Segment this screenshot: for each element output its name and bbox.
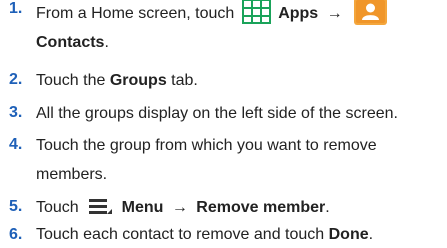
step-text: All the groups display on the left side … [36,105,398,122]
step-text: Touch Menu → Remove member. [36,193,440,222]
step-2-text-post: tab. [166,72,198,89]
step-3: 3. All the groups display on the left si… [0,99,440,129]
step-text: From a Home screen, touch Apps → Contact… [36,0,440,57]
apps-label: Apps [278,5,319,22]
step-text: Touch the Groups tab. [36,66,440,95]
step-6-text-pre: Touch each contact to remove and touch [36,226,329,243]
step-1: 1. From a Home screen, touch Apps → Cont… [0,0,440,59]
step-text: Touch the group from which you want to r… [36,131,440,189]
step-4-line-1: Touch the group from which you want to r… [36,137,377,154]
menu-label: Menu [121,199,164,216]
contacts-label: Contacts [36,34,105,51]
menu-icon [87,196,113,216]
step-1-trailing: . [104,34,109,51]
step-2-text-pre: Touch the [36,72,110,89]
step-6-text-post: . [368,226,374,243]
step-1-text-pre: From a Home screen, touch [36,5,235,22]
step-number: 3. [9,104,23,121]
step-text: Touch each contact to remove and touch D… [36,222,440,248]
step-5: 5. Touch Menu → Remove member. [0,193,440,223]
step-number: 4. [9,136,23,153]
step-6: 6. Touch each contact to remove and touc… [0,222,440,248]
step-4: 4. Touch the group from which you want t… [0,131,440,191]
apps-grid-icon [241,0,271,25]
step-4-line-2: members. [36,166,108,183]
step-5-text-pre: Touch [36,199,79,216]
step-number: 5. [9,198,23,215]
remove-member-label: Remove member [196,199,326,216]
groups-tab-label: Groups [109,72,167,89]
done-label: Done [328,226,369,243]
step-5-trailing: . [325,199,330,216]
step-number: 2. [9,71,23,88]
step-number: 6. [9,226,23,243]
arrow-icon: → [171,199,188,216]
arrow-icon: → [326,5,343,22]
step-2: 2. Touch the Groups tab. [0,66,440,96]
step-number: 1. [9,0,23,17]
contacts-icon [354,0,388,26]
